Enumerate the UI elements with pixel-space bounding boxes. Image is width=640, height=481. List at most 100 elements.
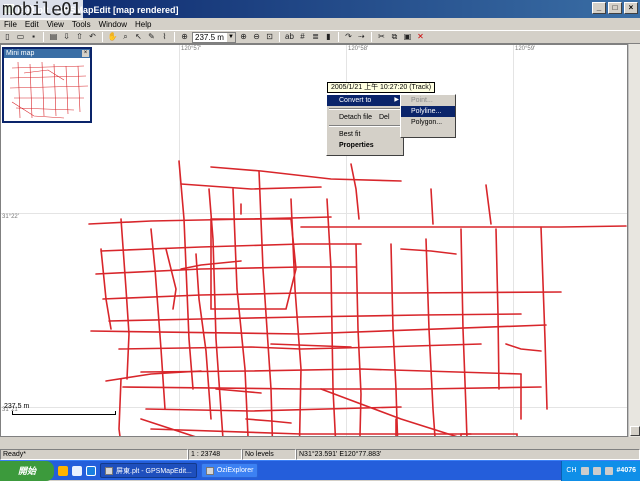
minimap-preview[interactable] [4, 58, 90, 121]
close-button[interactable]: × [624, 2, 638, 14]
copy-icon[interactable]: ⧉ [389, 32, 400, 42]
menu-item-label: Convert to [339, 97, 372, 104]
close-icon[interactable]: × [82, 50, 89, 57]
delete-icon[interactable]: ✕ [415, 32, 426, 42]
task-label: OziExplorer [216, 467, 254, 474]
start-button[interactable]: 開始 [0, 460, 54, 481]
draw-icon[interactable]: ⌇ [159, 32, 170, 42]
tray-icon[interactable] [580, 466, 589, 475]
zoom-value: 237.5 m [195, 32, 224, 42]
taskbar-item-gpsmapedit[interactable]: 屏東.plt - GPSMapEdit... [100, 463, 197, 478]
tray-icon[interactable] [592, 466, 601, 475]
menu-item-label: Best fit [339, 131, 361, 138]
minimize-button[interactable]: _ [592, 2, 606, 14]
new-icon[interactable]: ▯ [2, 32, 13, 42]
toolbar-separator [102, 32, 103, 42]
submenu-item-point: Point... [411, 97, 433, 104]
vertical-scrollbar[interactable] [628, 44, 640, 437]
scale-ruler [12, 411, 116, 415]
lock-icon[interactable]: ▮ [323, 32, 334, 42]
menu-item-properties[interactable]: Properties [327, 140, 403, 151]
toolbar-separator [279, 32, 280, 42]
minimap-title: Mini map [6, 50, 35, 57]
cut-icon[interactable]: ✂ [376, 32, 387, 42]
zoom-icon[interactable]: ⌕ [120, 32, 131, 42]
scale-bar: 237.5 m [4, 403, 116, 415]
minimap-titlebar: Mini map × [4, 49, 90, 58]
print-icon[interactable]: ▤ [48, 32, 59, 42]
zoom-in-icon[interactable]: ⊕ [238, 32, 249, 42]
status-bar: Ready* 1 : 23748 No levels N31°23.591' E… [0, 449, 640, 460]
taskbar: 開始 屏東.plt - GPSMapEdit... OziExplorer CH… [0, 460, 640, 481]
pencil-icon[interactable]: ✎ [146, 32, 157, 42]
title-bar: 屏東.plt - GPSMapEdit [map rendered] _ □ × [0, 0, 640, 18]
system-tray: CH #4076 [561, 460, 640, 481]
task-label: 屏東.plt - GPSMapEdit... [116, 467, 192, 475]
watermark-logo: mobile01 [0, 0, 83, 20]
paste-icon[interactable]: ▣ [402, 32, 413, 42]
submenu-item-polyline[interactable]: Polyline... [401, 106, 455, 117]
quicklaunch-icon[interactable] [72, 465, 82, 476]
labels-icon[interactable]: ab [284, 32, 295, 42]
import-icon[interactable]: ⇩ [61, 32, 72, 42]
redo-icon[interactable]: ⇢ [356, 32, 367, 42]
menu-item-convert-to[interactable]: Convert to ▶ [327, 95, 403, 106]
ie-icon[interactable] [86, 465, 96, 476]
context-menu: Convert to ▶ Detach file Del Best fit Pr… [326, 94, 404, 156]
status-scale: 1 : 23748 [188, 449, 242, 460]
menu-window[interactable]: Window [99, 20, 127, 29]
export-icon[interactable]: ⇧ [74, 32, 85, 42]
save-icon[interactable]: ▪ [28, 32, 39, 42]
language-indicator[interactable]: CH [566, 467, 576, 474]
app-icon [105, 466, 113, 475]
taskbar-item-oziexplorer[interactable]: OziExplorer [200, 463, 259, 478]
hand-icon[interactable]: ✋ [107, 32, 118, 42]
tray-icon[interactable] [604, 466, 613, 475]
menu-item-shortcut: Del [379, 114, 390, 121]
scrollbar-thumb[interactable] [630, 426, 640, 436]
maximize-button[interactable]: □ [608, 2, 622, 14]
chevron-down-icon[interactable]: ▼ [227, 32, 235, 42]
menu-view[interactable]: View [47, 20, 64, 29]
open-icon[interactable]: ▭ [15, 32, 26, 42]
convert-submenu: Point... Polyline... Polygon... [400, 94, 456, 138]
menu-help[interactable]: Help [135, 20, 151, 29]
grid-icon[interactable]: # [297, 32, 308, 42]
redo-icon[interactable]: ↷ [343, 32, 354, 42]
toolbar-separator [338, 32, 339, 42]
status-coordinates: N31°23.591' E120°77.883' [296, 449, 640, 460]
status-levels: No levels [242, 449, 296, 460]
scale-label: 237.5 m [4, 403, 30, 410]
menu-separator [329, 125, 401, 127]
zoom-select[interactable]: 237.5 m ▼ [192, 31, 236, 43]
zoom-out-icon[interactable]: ⊖ [251, 32, 262, 42]
menu-item-best-fit[interactable]: Best fit [327, 129, 403, 140]
undo-icon[interactable]: ↶ [87, 32, 98, 42]
submenu-arrow-icon: ▶ [394, 97, 399, 103]
menu-item-label: Detach file [339, 114, 373, 121]
map-canvas[interactable]: 120°57' 120°58' 120°59' 31°22' 31°21' [0, 44, 628, 437]
select-icon[interactable]: ↖ [133, 32, 144, 42]
status-text: Ready* [0, 449, 188, 460]
minimap-panel[interactable]: Mini map × [2, 47, 92, 123]
submenu-item-polygon[interactable]: Polygon... [401, 117, 455, 128]
tray-clock: #4076 [616, 467, 636, 474]
menu-item-label: Properties [339, 142, 374, 149]
app-icon [205, 466, 214, 475]
layers-icon[interactable]: ≣ [310, 32, 321, 42]
menu-tools[interactable]: Tools [72, 20, 91, 29]
toolbar-separator [174, 32, 175, 42]
window-controls: _ □ × [592, 2, 638, 14]
fit-icon[interactable]: ⊡ [264, 32, 275, 42]
toolbar-separator [371, 32, 372, 42]
crosshair-icon[interactable]: ⊕ [179, 32, 190, 42]
menu-edit[interactable]: Edit [25, 20, 39, 29]
toolbar-separator [43, 32, 44, 42]
menu-item-detach-file[interactable]: Detach file Del [327, 112, 403, 123]
quicklaunch-icon[interactable] [58, 465, 68, 476]
menu-file[interactable]: File [4, 20, 17, 29]
toolbar: ▯ ▭ ▪ ▤ ⇩ ⇧ ↶ ✋ ⌕ ↖ ✎ ⌇ ⊕ 237.5 m ▼ ⊕ ⊖ … [0, 30, 640, 44]
road-network[interactable] [1, 45, 628, 437]
track-tooltip: 2005/1/21 上午 10:27:20 (Track) [327, 82, 436, 93]
menu-separator [329, 108, 401, 110]
